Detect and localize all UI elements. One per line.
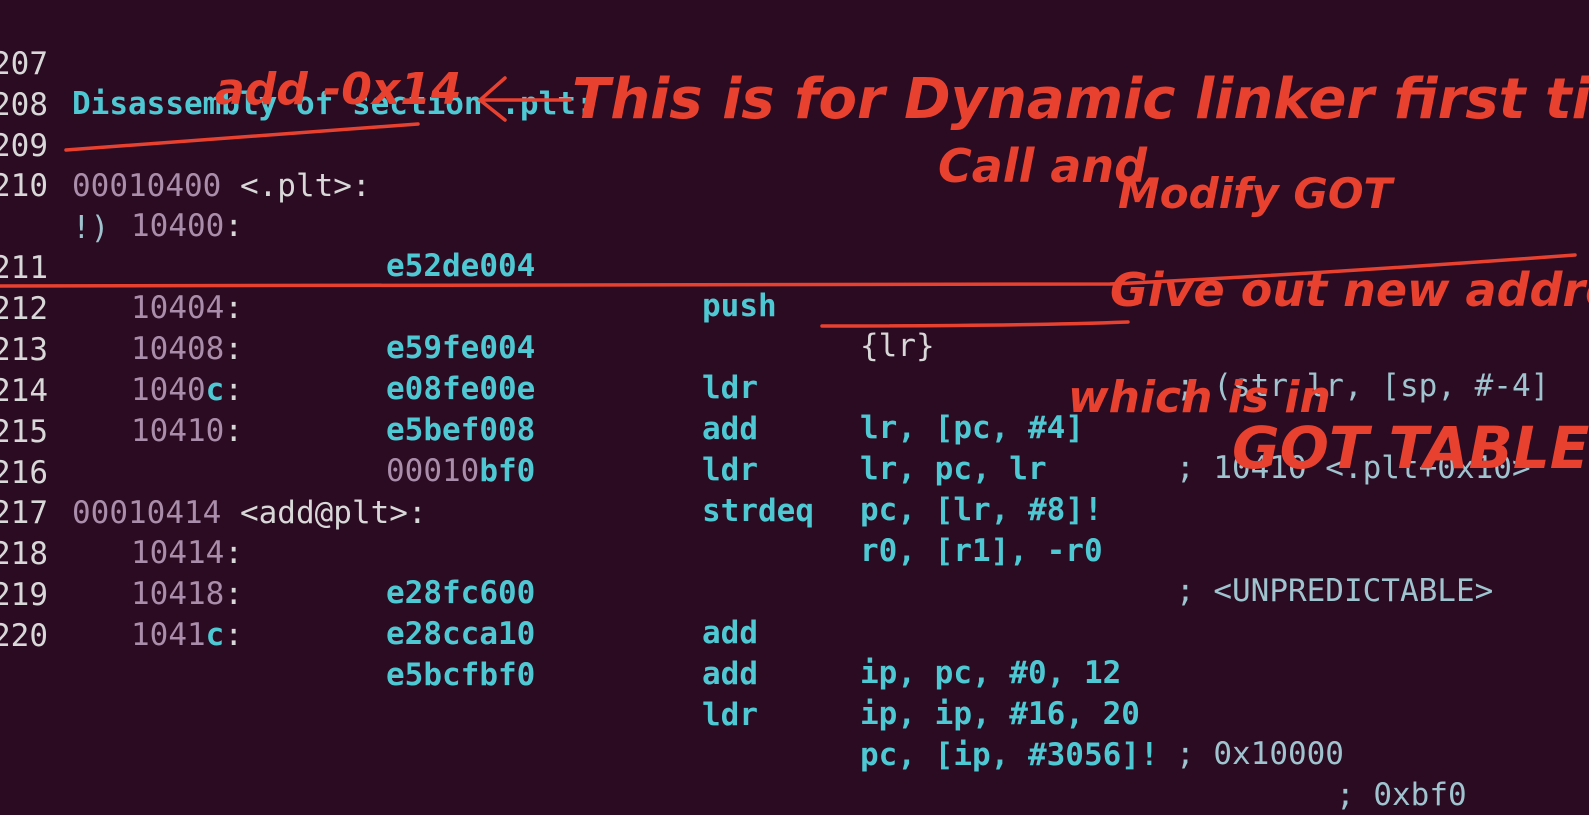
comment: ; 0x10000 [1176, 736, 1344, 772]
comment: ; 10410 <.plt+0x10> [1176, 450, 1531, 486]
instruction-hex: e08fe00e [386, 371, 536, 407]
listing-line: 208 [0, 45, 48, 123]
operands: pc, [ip, #3056]! [860, 737, 1159, 773]
symbol-address: 00010400 [72, 168, 222, 204]
mnemonic: add [702, 411, 758, 447]
instruction-hex: e52de004 [386, 248, 536, 284]
operands: pc, [lr, #8]! [860, 492, 1103, 528]
listing-line: 210 10400: e52de004 push {lr} ; (str lr,… [0, 126, 1549, 404]
note-give-out: Give out new address [1110, 263, 1589, 317]
listing-line: 215 [0, 372, 48, 450]
operands: lr, [pc, #4] [860, 410, 1084, 446]
wrapped-comment: !) [72, 210, 110, 246]
comment: ; (str lr, [sp, #-4] [1176, 368, 1550, 404]
operands: r0, [r1], -r0 [860, 533, 1103, 569]
note-dynamic-linker: This is for Dynamic linker first time to [572, 67, 1589, 132]
symbol-address: 00010414 [72, 495, 222, 531]
instruction-address: 1040c: [131, 372, 243, 408]
mnemonic: ldr [702, 370, 758, 406]
listing-line: 211 10404: e59fe004 ldr lr, [pc, #4] ; 1… [0, 208, 1531, 486]
instruction-hex: e59fe004 [386, 330, 536, 366]
listing-line: 216 00010414 <add@plt>: [0, 413, 427, 531]
instruction-address: 1041c: [131, 617, 243, 653]
listing-line-wrap: !) [0, 168, 109, 246]
operands: {lr} [860, 328, 935, 364]
mnemonic: push [702, 288, 777, 324]
instruction-hex: e5bef008 [386, 412, 536, 448]
instruction-address: 10418: [131, 576, 243, 612]
symbol-label: 00010400 <.plt>: [72, 166, 371, 206]
listing-line: 218 10418: e28cca10 add ip, ip, #16, 20 … [0, 494, 1344, 772]
operands: lr, pc, lr [860, 451, 1047, 487]
instruction-address: 10400: [131, 208, 243, 244]
mnemonic: ldr [702, 452, 758, 488]
operands: ip, pc, #0, 12 [860, 655, 1122, 691]
listing-line: 213 1040c: e5bef008 ldr pc, [lr, #8]! [0, 290, 1103, 528]
listing-line: 212 10408: e08fe00e add lr, pc, lr [0, 249, 1047, 487]
listing-line: 217 10414: e28fc600 add ip, pc, #0, 12 [0, 453, 1121, 691]
comment: ; 0xbf0 [1336, 777, 1467, 813]
instruction-address: 10404: [131, 290, 243, 326]
mnemonic: ldr [702, 697, 758, 733]
instruction-hex: e28fc600 [386, 575, 536, 611]
instruction-hex: e28cca10 [386, 616, 536, 652]
operands: ip, ip, #16, 20 [860, 696, 1140, 732]
listing-line: 214 10410: 00010bf0 strdeq r0, [r1], -r0… [0, 331, 1493, 609]
mnemonic: strdeq [702, 493, 814, 529]
divider-line-212 [0, 253, 1577, 288]
instruction-address: 10414: [131, 535, 243, 571]
symbol-label: 00010414 <add@plt>: [72, 493, 427, 533]
instruction-address: 10410: [131, 413, 243, 449]
note-modify-got: Modify GOT [1118, 169, 1396, 218]
instruction-hex: 00010bf0 [386, 453, 536, 489]
symbol-name: <.plt>: [239, 168, 371, 204]
mnemonic: add [702, 656, 758, 692]
instruction-address: 10408: [131, 331, 243, 367]
line-number: 220 [0, 618, 48, 654]
listing-line: 220 [0, 576, 48, 654]
section-header: Disassembly of section .plt: [72, 86, 595, 122]
listing-line: 209 00010400 <.plt>: [0, 86, 371, 204]
symbol-name: <add@plt>: [239, 495, 427, 531]
strike-line-210 [64, 122, 420, 152]
comment: ; <UNPREDICTABLE> [1176, 573, 1494, 609]
instruction-hex: e5bcfbf0 [386, 657, 536, 693]
mnemonic: add [702, 615, 758, 651]
listing-line: 207 Disassembly of section .plt: [0, 4, 595, 122]
listing-line: 219 1041c: e5bcfbf0 ldr pc, [ip, #3056]!… [0, 535, 1467, 813]
note-call-and: Call and [938, 139, 1148, 193]
